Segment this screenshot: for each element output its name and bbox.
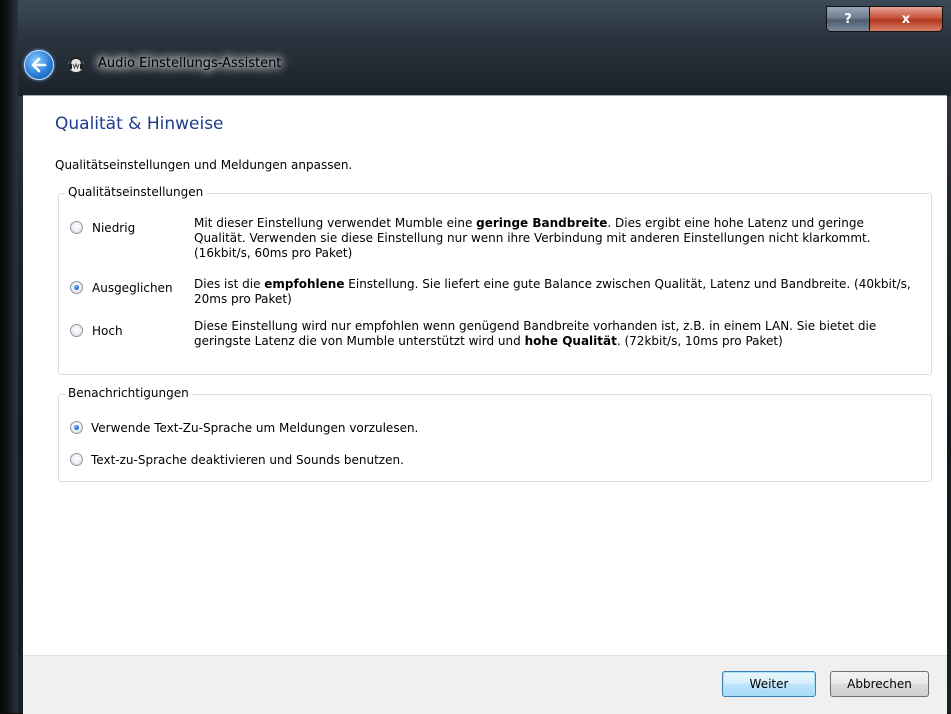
wizard-page: Qualität & Hinweise Qualitätseinstellung… [23, 95, 947, 656]
notifications-group: Benachrichtigungen Verwende Text-Zu-Spra… [58, 386, 932, 482]
quality-option-balanced[interactable]: Ausgeglichen [70, 281, 173, 295]
notification-option-tts[interactable]: Verwende Text-Zu-Sprache um Meldungen vo… [70, 421, 418, 435]
help-button[interactable]: ? [827, 7, 869, 31]
quality-high-radio[interactable] [70, 324, 83, 337]
next-button[interactable]: Weiter [722, 671, 816, 697]
mumble-icon [67, 56, 85, 73]
quality-balanced-radio[interactable] [70, 281, 83, 294]
caption-buttons: ? x [826, 6, 943, 32]
quality-high-description: Diese Einstellung wird nur empfohlen wen… [194, 319, 877, 348]
page-title: Qualität & Hinweise [55, 114, 224, 134]
window-frame-left [0, 0, 18, 713]
app-icon [64, 52, 88, 76]
quality-group: Qualitätseinstellungen Niedrig Mit diese… [58, 185, 932, 375]
notifications-group-legend: Benachrichtigungen [65, 386, 192, 400]
window-title: Audio Einstellungs-Assistent [98, 56, 282, 71]
quality-balanced-label: Ausgeglichen [92, 281, 173, 295]
notification-option-sounds[interactable]: Text-zu-Sprache deaktivieren und Sounds … [70, 453, 404, 467]
quality-low-description: Mit dieser Einstellung verwendet Mumble … [194, 216, 871, 260]
cancel-button[interactable]: Abbrechen [830, 671, 929, 697]
quality-high-label: Hoch [92, 324, 123, 338]
button-bar: Weiter Abbrechen [23, 655, 947, 714]
back-arrow-icon [31, 57, 47, 73]
notification-sounds-label: Text-zu-Sprache deaktivieren und Sounds … [91, 453, 404, 467]
close-button[interactable]: x [869, 7, 942, 31]
page-subtitle: Qualitätseinstellungen und Meldungen anp… [55, 158, 353, 172]
quality-option-high[interactable]: Hoch [70, 324, 123, 338]
back-button[interactable] [24, 50, 54, 80]
notification-tts-radio[interactable] [70, 421, 83, 434]
quality-balanced-description: Dies ist die empfohlene Einstellung. Sie… [194, 277, 911, 306]
quality-low-radio[interactable] [70, 221, 83, 234]
title-bar [18, 0, 951, 96]
quality-low-label: Niedrig [92, 221, 136, 235]
notification-sounds-radio[interactable] [70, 453, 83, 466]
quality-option-low[interactable]: Niedrig [70, 221, 135, 235]
notification-tts-label: Verwende Text-Zu-Sprache um Meldungen vo… [91, 421, 419, 435]
quality-group-legend: Qualitätseinstellungen [65, 185, 207, 199]
